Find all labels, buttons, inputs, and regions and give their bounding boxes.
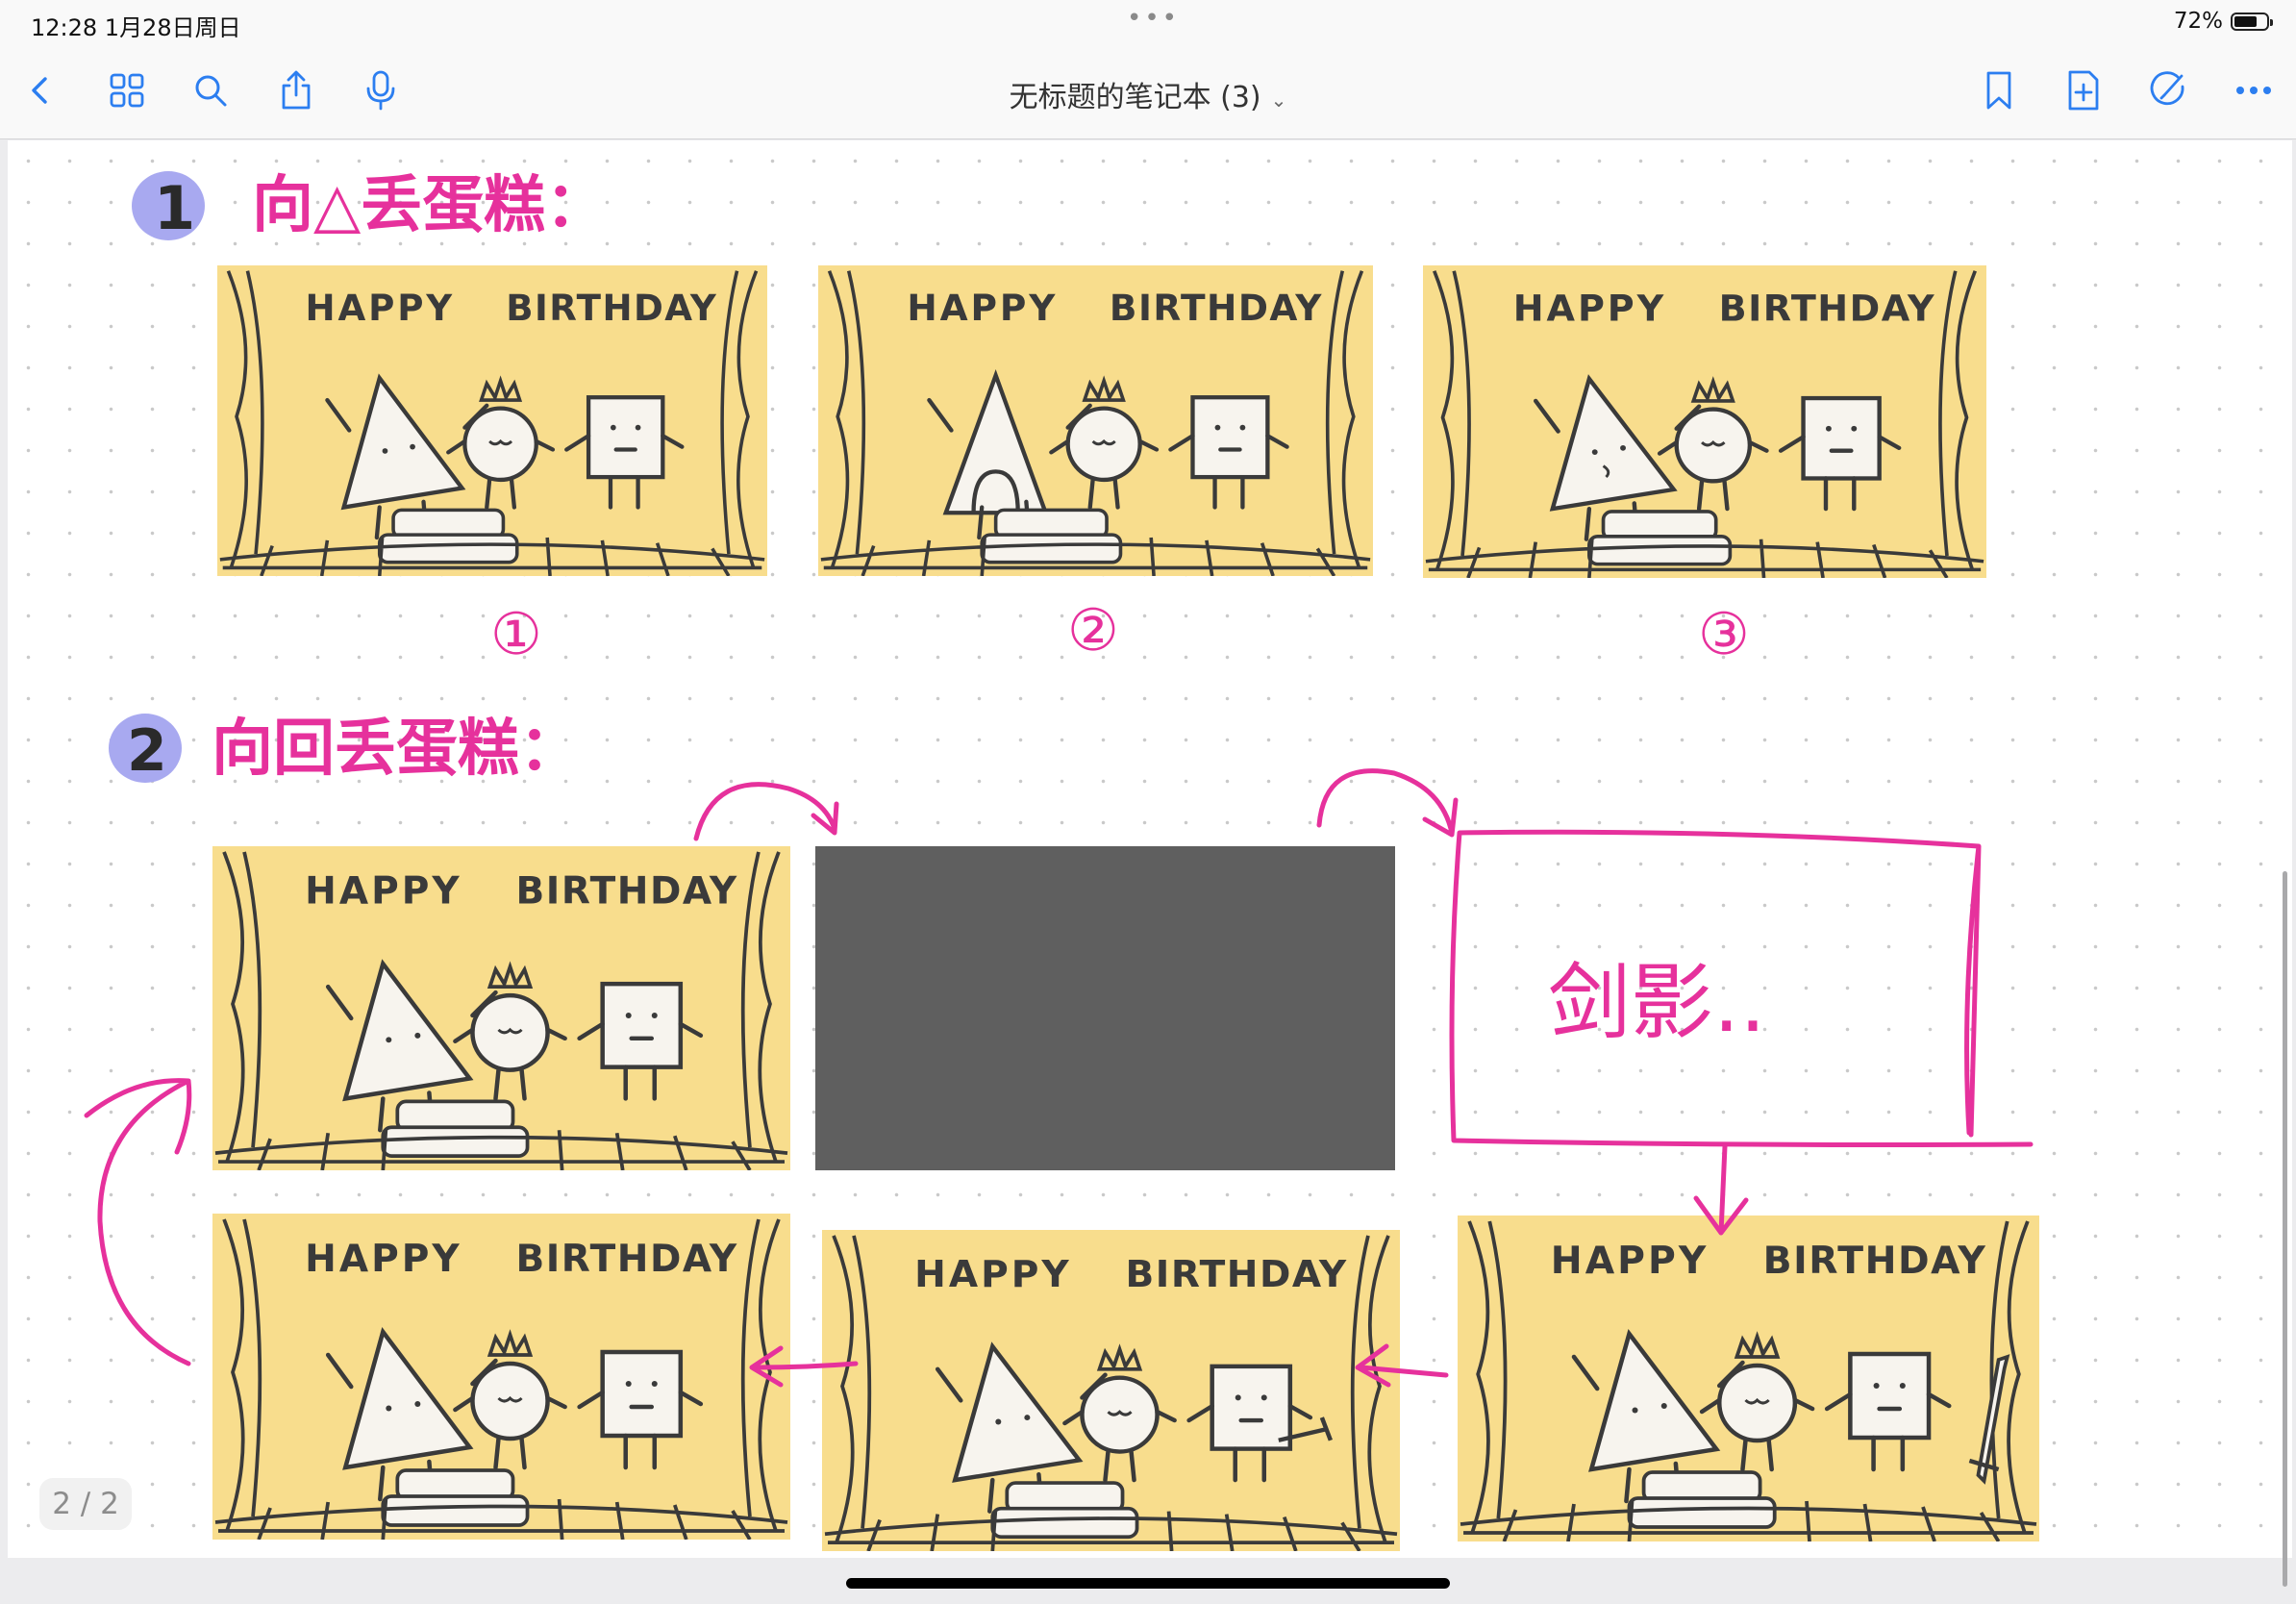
- dark-panel[interactable]: [815, 846, 1395, 1170]
- circled-label-2: ②: [1067, 597, 1119, 664]
- page-indicator[interactable]: 2 / 2: [39, 1478, 132, 1530]
- section1-number: 1: [154, 173, 195, 243]
- home-indicator[interactable]: [846, 1578, 1450, 1589]
- panel-happy-text: HAPPY: [914, 1253, 1071, 1296]
- panel-birthday-text: BIRTHDAY: [1719, 288, 1935, 330]
- birthday-panel-image[interactable]: HAPPY BIRTHDAY iii: [212, 1214, 790, 1541]
- section2-heading: 向回丢蛋糕：: [212, 714, 581, 785]
- birthday-panel-image[interactable]: HAPPY BIRTHDAY iii: [217, 265, 767, 577]
- birthday-panel-image[interactable]: HAPPY BIRTHDAY iii: [822, 1230, 1400, 1552]
- panel-happy-text: HAPPY: [1513, 288, 1666, 330]
- panel-happy-text: HAPPY: [305, 870, 462, 914]
- panel-happy-text: HAPPY: [305, 1238, 462, 1281]
- panel-birthday-text: BIRTHDAY: [1110, 287, 1323, 329]
- section2-number: 2: [127, 717, 167, 785]
- panel-happy-text: HAPPY: [907, 287, 1058, 329]
- panel-birthday-text: BIRTHDAY: [506, 288, 717, 329]
- page-indicator-text: 2 / 2: [52, 1487, 119, 1521]
- panel-happy-text: HAPPY: [306, 288, 456, 329]
- panel-happy-text: HAPPY: [1551, 1240, 1710, 1283]
- circled-label-1: ①: [490, 601, 542, 668]
- scrollbar[interactable]: [2283, 871, 2287, 1587]
- birthday-panel-image[interactable]: HAPPY BIRTHDAY iii: [212, 846, 790, 1171]
- birthday-panel-image[interactable]: HAPPY BIRTHDAY iii: [1423, 265, 1986, 579]
- panel-birthday-text: BIRTHDAY: [516, 1238, 738, 1281]
- circled-label-3: ③: [1698, 601, 1750, 668]
- panel-birthday-text: BIRTHDAY: [1763, 1240, 1987, 1283]
- panel-birthday-text: BIRTHDAY: [516, 870, 738, 914]
- section1-heading: 向△丢蛋糕：: [252, 170, 607, 241]
- birthday-panel-image[interactable]: HAPPY BIRTHDAY iii: [1458, 1216, 2039, 1542]
- panel-birthday-text: BIRTHDAY: [1126, 1253, 1348, 1296]
- birthday-panel-image[interactable]: HAPPY BIRTHDAY iii: [818, 265, 1373, 577]
